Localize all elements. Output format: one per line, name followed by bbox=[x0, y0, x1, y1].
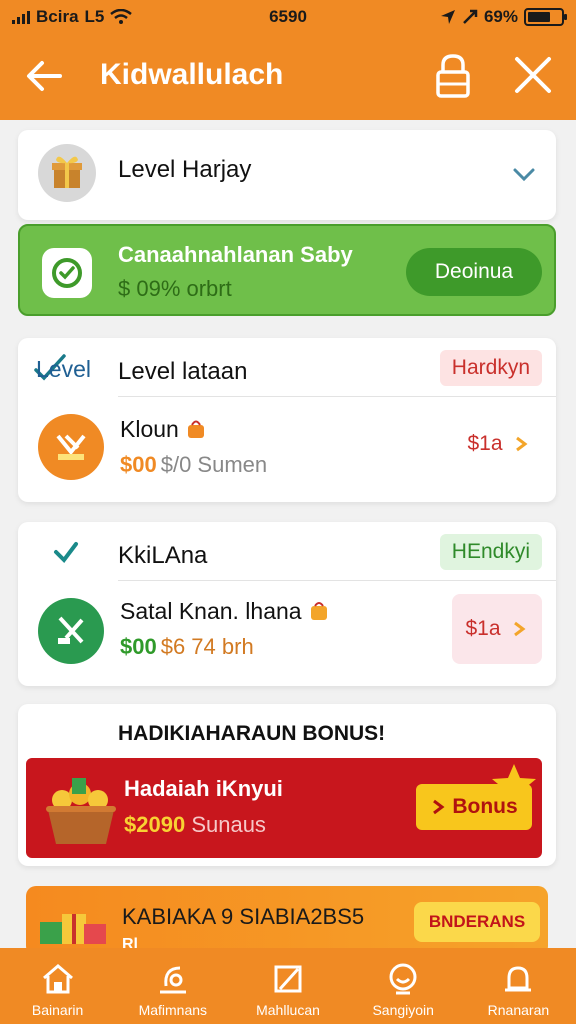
bonus-card[interactable]: HADIKIAHARAUN BONUS! Hadaiah iKnyui $209… bbox=[18, 704, 556, 866]
item-amount: $00 $/0 Sumen bbox=[120, 452, 268, 477]
item-name: Kloun bbox=[120, 416, 207, 443]
tab-label: Bainarin bbox=[31, 1002, 84, 1018]
bottom-nav: Bainarin Mafimnans Mahllucan Sangiyoin R… bbox=[0, 948, 576, 1024]
tab-label: Mafimnans bbox=[138, 1002, 208, 1018]
tab-stats[interactable]: Mafimnans bbox=[115, 948, 230, 1024]
tab-home[interactable]: Bainarin bbox=[0, 948, 115, 1024]
battery-fill bbox=[528, 12, 551, 22]
level-logo-text: Level bbox=[36, 356, 91, 382]
level-select-label: Level Harjay bbox=[118, 156, 252, 183]
checkmark-icon bbox=[54, 542, 78, 564]
location-icon bbox=[440, 10, 455, 24]
gift-box-avatar bbox=[38, 144, 96, 202]
tab-edit[interactable]: Mahllucan bbox=[230, 948, 345, 1024]
close-icon[interactable] bbox=[510, 52, 556, 98]
gift-box-icon bbox=[52, 156, 82, 188]
item-amount: $00 $6 74 brh bbox=[120, 634, 254, 659]
bonus-name: Hadaiah iKnyui bbox=[124, 776, 283, 801]
item-name: Satal Knan. lhana bbox=[120, 598, 330, 625]
tab-profile[interactable]: Sangiyoin bbox=[346, 948, 461, 1024]
offer-button[interactable]: BNDERANS bbox=[414, 902, 540, 942]
tab-label: Rnanaran bbox=[487, 1002, 550, 1018]
level-badge: HEndkyi bbox=[439, 534, 542, 570]
chevron-right-icon bbox=[515, 436, 528, 452]
divider bbox=[118, 396, 556, 397]
chart-icon bbox=[159, 966, 186, 994]
app-bar: Kidwallulach bbox=[0, 34, 576, 120]
level-card-title: KkiLAna bbox=[118, 542, 208, 569]
price-button[interactable]: $1a bbox=[456, 422, 542, 466]
wallet-icon bbox=[58, 616, 84, 644]
tab-label: Mahllucan bbox=[256, 1002, 320, 1018]
bag-icon bbox=[188, 420, 205, 438]
promo-icon-tile bbox=[42, 248, 92, 298]
level-select-card[interactable]: Level Harjay bbox=[18, 130, 556, 220]
promo-banner: Canaahnahlanan Saby $ 09% orbrt Deoinua bbox=[18, 224, 556, 316]
chevron-right-icon bbox=[433, 799, 445, 815]
gifts-icon bbox=[40, 914, 106, 944]
tab-label: Sangiyoin bbox=[372, 1002, 434, 1018]
promo-subtitle: $ 09% orbrt bbox=[118, 276, 232, 301]
clock-check-icon bbox=[52, 258, 82, 288]
level-logo: Level bbox=[34, 352, 114, 382]
level-badge: Hardkyn bbox=[439, 350, 542, 386]
level-card[interactable]: Level Level lataan Hardkyn Kloun $00 $/0 … bbox=[18, 338, 556, 502]
offer-title: KABIAKA 9 SIABIA2BS5 bbox=[122, 904, 365, 929]
item-icon-circle bbox=[38, 414, 104, 480]
chevron-right-icon bbox=[513, 621, 526, 637]
signal-arrow-icon bbox=[463, 9, 478, 24]
bonus-heading: HADIKIAHARAUN BONUS! bbox=[118, 722, 386, 745]
battery-percent: 69% bbox=[483, 7, 518, 26]
gift-hamper-icon bbox=[46, 778, 116, 844]
wallet-icon bbox=[56, 434, 86, 460]
battery-icon bbox=[524, 8, 567, 26]
bonus-amount: $2090 Sunaus bbox=[124, 812, 266, 837]
status-bar: Bcira L5 6590 69% bbox=[0, 0, 576, 34]
divider bbox=[118, 580, 556, 581]
page-title: Kidwallulach bbox=[100, 58, 284, 91]
promo-title: Canaahnahlanan Saby bbox=[118, 242, 353, 267]
level-card[interactable]: KkiLAna HEndkyi Satal Knan. lhana $00 $6 … bbox=[18, 522, 556, 686]
chevron-down-icon[interactable] bbox=[510, 160, 538, 188]
bell-icon bbox=[505, 966, 532, 992]
bonus-button[interactable]: Bonus bbox=[416, 784, 532, 830]
bag-icon bbox=[310, 602, 327, 620]
bonus-banner: Hadaiah iKnyui $2090 Sunaus Bonus bbox=[26, 758, 542, 858]
item-icon-circle bbox=[38, 598, 104, 664]
smiley-icon bbox=[389, 963, 417, 995]
home-icon bbox=[42, 964, 73, 994]
tab-notifications[interactable]: Rnanaran bbox=[461, 948, 576, 1024]
back-arrow-icon[interactable] bbox=[22, 54, 66, 98]
promo-continue-button[interactable]: Deoinua bbox=[406, 248, 542, 296]
edit-icon bbox=[274, 965, 302, 993]
level-card-title: Level lataan bbox=[118, 358, 248, 385]
price-button[interactable]: $1a bbox=[452, 594, 542, 664]
lock-icon[interactable] bbox=[430, 52, 476, 100]
offer-card[interactable]: KABIAKA 9 SIABIA2BS5 Rl BNDERANS bbox=[26, 886, 548, 956]
